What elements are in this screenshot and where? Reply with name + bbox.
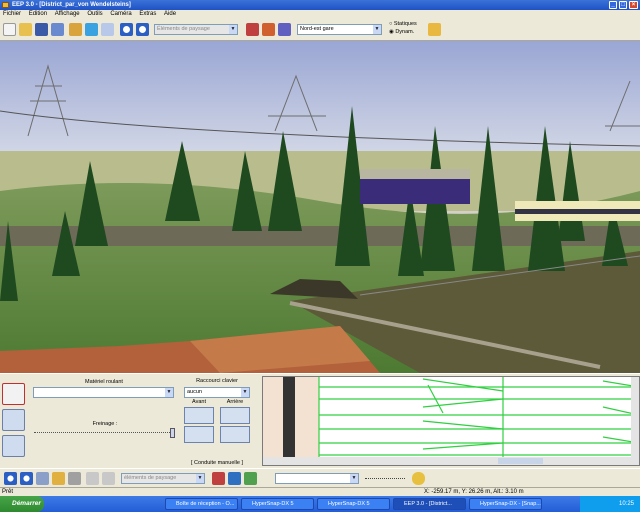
redo-icon[interactable] (102, 472, 115, 485)
landscape-elements-combo[interactable]: Éléments de paysage ▼ (154, 24, 238, 35)
taskbar: Démarrer Boîte de réception - O... Hyper… (0, 496, 640, 512)
rolling-stock-label: Matériel roulant (85, 379, 123, 385)
main-toolbar: Éléments de paysage ▼ Nord-est gare ▼ ○ St… (0, 19, 640, 41)
bottom-slider[interactable] (365, 478, 405, 479)
close-button[interactable]: × (629, 1, 638, 9)
landscape-icon[interactable] (69, 23, 82, 36)
save-icon[interactable] (35, 23, 48, 36)
3d-viewport[interactable] (0, 41, 640, 373)
camera-select[interactable]: Nord-est gare ▼ (297, 24, 382, 35)
radio-dynamic[interactable]: ◉ Dynam. (389, 29, 414, 35)
braking-label: Freinage : (92, 421, 118, 427)
status-bar: Prêt X: -259.17 m, Y: 26.26 m, Alt.: 3.1… (0, 487, 640, 496)
window-title: EEP 3.0 - [District_par_von Wendelsteins… (12, 2, 131, 8)
camera-icon[interactable] (278, 23, 291, 36)
front-uncouple-button[interactable] (184, 426, 214, 443)
menu-outils[interactable]: Outils (87, 11, 102, 17)
track-plan[interactable] (262, 376, 640, 466)
track-tool-icon[interactable] (212, 472, 225, 485)
zoom-in-icon[interactable] (120, 23, 133, 36)
save-all-icon[interactable] (51, 23, 64, 36)
rear-coupling-button[interactable] (220, 407, 250, 424)
road-tool-icon[interactable] (228, 472, 241, 485)
locomotive-icon[interactable] (2, 383, 25, 405)
shortcut-select[interactable]: aucun ▼ (184, 387, 250, 398)
control-panel: Matériel roulant ▼ Raccourci clavier auc… (0, 373, 640, 468)
radio-dynamic-label: Dynam. (395, 29, 415, 35)
start-button[interactable]: Démarrer (0, 496, 44, 512)
edit-icon[interactable] (52, 472, 65, 485)
task-hypersnap-2[interactable]: HyperSnap-DX 5 (317, 498, 390, 510)
menu-camera[interactable]: Caméra (110, 11, 131, 17)
braking-slider-track (34, 432, 174, 434)
system-tray: 10:25 (580, 496, 640, 512)
title-bar: EEP 3.0 - [District_par_von Wendelsteins… (0, 0, 640, 10)
front-coupling-button[interactable] (184, 407, 214, 424)
bottom-toolbar: éléments de paysage ▼ ▼ (0, 468, 640, 487)
rolling-stock-select[interactable]: ▼ (33, 387, 174, 398)
track-icon[interactable] (246, 23, 259, 36)
track-vehicle-icon[interactable] (2, 435, 25, 457)
signal-icon[interactable] (262, 23, 275, 36)
radio-static-label: Statiques (393, 21, 417, 27)
grid-icon[interactable] (36, 472, 49, 485)
landscape-scene (0, 41, 640, 373)
lightbulb-icon[interactable] (412, 472, 425, 485)
menu-bar: Fichier Edition Affichage Outils Caméra … (0, 10, 640, 19)
front-label: Avant (192, 399, 206, 405)
zoom-in-icon[interactable] (4, 472, 17, 485)
maximize-button[interactable]: □ (619, 1, 627, 9)
radio-static[interactable]: ○ Statiques (389, 21, 417, 27)
zoom-out-icon[interactable] (20, 472, 33, 485)
undo-icon[interactable] (86, 472, 99, 485)
task-hypersnap-3[interactable]: HyperSnap-DX - [Snap... (469, 498, 542, 510)
minimize-button[interactable]: _ (609, 1, 617, 9)
track-plan-canvas (263, 377, 640, 465)
clock: 10:25 (618, 501, 634, 507)
menu-extras[interactable]: Extras (139, 11, 156, 17)
rear-uncouple-button[interactable] (220, 426, 250, 443)
bottom-elements-combo[interactable]: éléments de paysage ▼ (121, 473, 205, 484)
shortcut-label: Raccourci clavier (196, 378, 238, 384)
zoom-out-icon[interactable] (136, 23, 149, 36)
menu-affichage[interactable]: Affichage (55, 11, 80, 17)
menu-fichier[interactable]: Fichier (3, 11, 21, 17)
tools-icon[interactable] (101, 23, 114, 36)
app-icon (2, 2, 9, 8)
task-hypersnap-1[interactable]: HyperSnap-DX 5 (241, 498, 314, 510)
menu-aide[interactable]: Aide (164, 11, 176, 17)
open-folder-icon[interactable] (19, 23, 32, 36)
braking-slider-thumb[interactable] (170, 428, 175, 438)
task-inbox[interactable]: Boîte de réception - O... (165, 498, 238, 510)
manual-driving-label[interactable]: [ Conduite manuelle ] (184, 460, 250, 466)
rear-label: Arrière (226, 399, 244, 405)
menu-edition[interactable]: Edition (29, 11, 47, 17)
tram-tool-icon[interactable] (244, 472, 257, 485)
cube-icon[interactable] (68, 472, 81, 485)
wagon-icon[interactable] (2, 409, 25, 431)
new-file-icon[interactable] (3, 23, 16, 36)
bottom-object-combo[interactable]: ▼ (275, 473, 359, 484)
start-label: Démarrer (12, 500, 41, 507)
light-icon[interactable] (428, 23, 441, 36)
task-eep[interactable]: EEP 3.0 - [District... (393, 498, 466, 510)
help-icon[interactable] (85, 23, 98, 36)
